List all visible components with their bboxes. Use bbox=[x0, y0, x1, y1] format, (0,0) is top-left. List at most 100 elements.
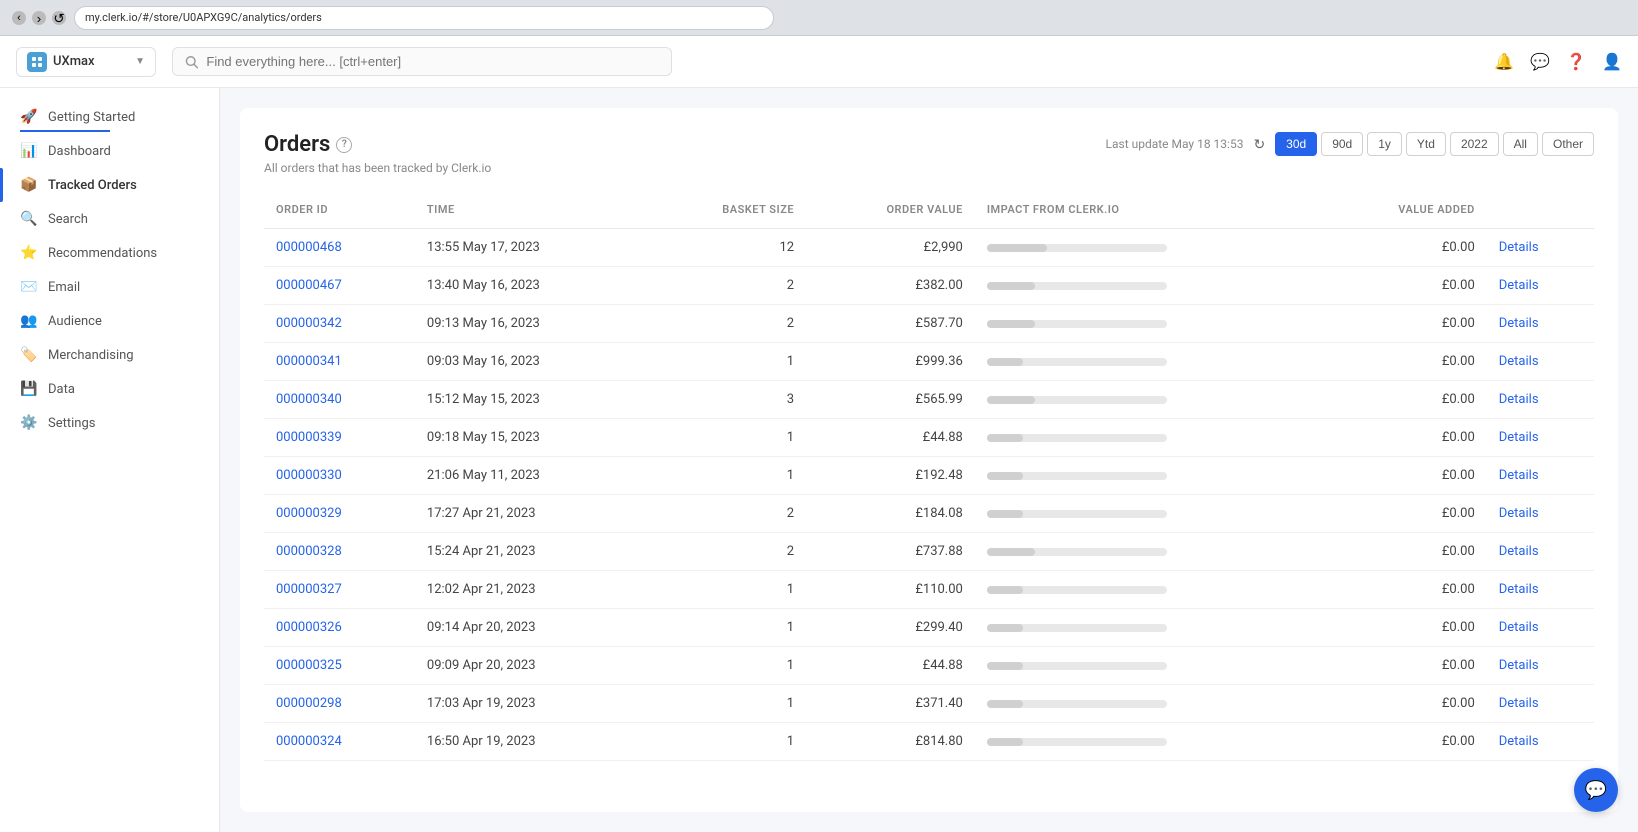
order-link[interactable]: 000000340 bbox=[276, 392, 342, 407]
cell-impact bbox=[975, 381, 1318, 419]
search-icon: 🔍 bbox=[20, 211, 38, 227]
filter-other[interactable]: Other bbox=[1542, 132, 1594, 156]
cell-time: 09:18 May 15, 2023 bbox=[415, 419, 645, 457]
cell-value: £44.88 bbox=[806, 647, 975, 685]
details-link[interactable]: Details bbox=[1499, 316, 1539, 331]
impact-bar bbox=[987, 396, 1035, 404]
sidebar-item-email[interactable]: ✉️ Email bbox=[0, 270, 219, 304]
order-link[interactable]: 000000325 bbox=[276, 658, 342, 673]
cell-value: £299.40 bbox=[806, 609, 975, 647]
details-link[interactable]: Details bbox=[1499, 696, 1539, 711]
help-icon[interactable]: ❓ bbox=[1566, 52, 1586, 71]
cell-impact bbox=[975, 533, 1318, 571]
impact-bar bbox=[987, 244, 1047, 252]
table-row: 000000341 09:03 May 16, 2023 1 £999.36 £… bbox=[264, 343, 1594, 381]
cell-impact bbox=[975, 495, 1318, 533]
cell-basket: 3 bbox=[645, 381, 806, 419]
order-link[interactable]: 000000324 bbox=[276, 734, 342, 749]
impact-bar bbox=[987, 548, 1035, 556]
sidebar-item-recommendations[interactable]: ⭐ Recommendations bbox=[0, 236, 219, 270]
details-link[interactable]: Details bbox=[1499, 544, 1539, 559]
cell-time: 15:12 May 15, 2023 bbox=[415, 381, 645, 419]
filter-2022[interactable]: 2022 bbox=[1450, 132, 1499, 156]
cell-time: 13:40 May 16, 2023 bbox=[415, 267, 645, 305]
impact-bar-container bbox=[987, 358, 1167, 366]
sidebar-item-label: Data bbox=[48, 382, 75, 397]
cell-details: Details bbox=[1487, 229, 1594, 267]
impact-bar-container bbox=[987, 472, 1167, 480]
order-link[interactable]: 000000328 bbox=[276, 544, 342, 559]
cell-details: Details bbox=[1487, 533, 1594, 571]
filter-ytd[interactable]: Ytd bbox=[1406, 132, 1446, 156]
cell-impact bbox=[975, 685, 1318, 723]
order-link[interactable]: 000000329 bbox=[276, 506, 342, 521]
chat-icon[interactable]: 💬 bbox=[1530, 52, 1550, 71]
table-row: 000000467 13:40 May 16, 2023 2 £382.00 £… bbox=[264, 267, 1594, 305]
order-link[interactable]: 000000330 bbox=[276, 468, 342, 483]
filter-1y[interactable]: 1y bbox=[1367, 132, 1402, 156]
cell-value-added: £0.00 bbox=[1318, 267, 1487, 305]
sidebar-item-getting-started[interactable]: 🚀 Getting Started bbox=[0, 100, 219, 134]
notifications-icon[interactable]: 🔔 bbox=[1494, 52, 1514, 71]
url-text: my.clerk.io/#/store/U0APXG9C/analytics/o… bbox=[85, 11, 322, 24]
details-link[interactable]: Details bbox=[1499, 582, 1539, 597]
sidebar-item-merchandising[interactable]: 🏷️ Merchandising bbox=[0, 338, 219, 372]
filter-90d[interactable]: 90d bbox=[1321, 132, 1363, 156]
order-link[interactable]: 000000468 bbox=[276, 240, 342, 255]
global-search[interactable] bbox=[172, 47, 672, 76]
cell-impact bbox=[975, 457, 1318, 495]
filter-30d[interactable]: 30d bbox=[1275, 132, 1317, 156]
order-link[interactable]: 000000467 bbox=[276, 278, 342, 293]
store-selector[interactable]: UXmax ▼ bbox=[16, 47, 156, 77]
cell-basket: 1 bbox=[645, 419, 806, 457]
forward-button[interactable]: › bbox=[32, 11, 46, 25]
order-link[interactable]: 000000339 bbox=[276, 430, 342, 445]
table-row: 000000324 16:50 Apr 19, 2023 1 £814.80 £… bbox=[264, 723, 1594, 761]
cell-impact bbox=[975, 419, 1318, 457]
details-link[interactable]: Details bbox=[1499, 354, 1539, 369]
col-impact: IMPACT FROM CLERK.IO bbox=[975, 195, 1318, 229]
details-link[interactable]: Details bbox=[1499, 468, 1539, 483]
back-button[interactable]: ‹ bbox=[12, 11, 26, 25]
details-link[interactable]: Details bbox=[1499, 734, 1539, 749]
cell-value: £587.70 bbox=[806, 305, 975, 343]
address-bar[interactable]: my.clerk.io/#/store/U0APXG9C/analytics/o… bbox=[74, 6, 774, 30]
col-actions bbox=[1487, 195, 1594, 229]
details-link[interactable]: Details bbox=[1499, 430, 1539, 445]
info-icon[interactable]: ? bbox=[336, 137, 352, 153]
filter-all[interactable]: All bbox=[1503, 132, 1538, 156]
sidebar-item-search[interactable]: 🔍 Search bbox=[0, 202, 219, 236]
sidebar-item-audience[interactable]: 👥 Audience bbox=[0, 304, 219, 338]
refresh-button[interactable]: ↺ bbox=[52, 11, 66, 25]
search-input[interactable] bbox=[206, 54, 659, 69]
cell-time: 09:03 May 16, 2023 bbox=[415, 343, 645, 381]
store-name-label: UXmax bbox=[53, 54, 95, 69]
cell-details: Details bbox=[1487, 343, 1594, 381]
details-link[interactable]: Details bbox=[1499, 278, 1539, 293]
details-link[interactable]: Details bbox=[1499, 620, 1539, 635]
order-link[interactable]: 000000298 bbox=[276, 696, 342, 711]
refresh-button[interactable]: ↻ bbox=[1251, 134, 1267, 155]
sidebar-item-data[interactable]: 💾 Data bbox=[0, 372, 219, 406]
details-link[interactable]: Details bbox=[1499, 240, 1539, 255]
order-link[interactable]: 000000342 bbox=[276, 316, 342, 331]
sidebar-item-tracked-orders[interactable]: 📦 Tracked Orders bbox=[0, 168, 219, 202]
details-link[interactable]: Details bbox=[1499, 392, 1539, 407]
sidebar-item-settings[interactable]: ⚙️ Settings bbox=[0, 406, 219, 440]
chat-button[interactable]: 💬 bbox=[1574, 768, 1618, 812]
cell-details: Details bbox=[1487, 685, 1594, 723]
details-link[interactable]: Details bbox=[1499, 658, 1539, 673]
orders-subtitle: All orders that has been tracked by Cler… bbox=[264, 161, 491, 175]
col-order-id: ORDER ID bbox=[264, 195, 415, 229]
order-link[interactable]: 000000341 bbox=[276, 354, 342, 369]
sidebar-item-dashboard[interactable]: 📊 Dashboard bbox=[0, 134, 219, 168]
details-link[interactable]: Details bbox=[1499, 506, 1539, 521]
order-link[interactable]: 000000327 bbox=[276, 582, 342, 597]
cell-value: £371.40 bbox=[806, 685, 975, 723]
impact-bar-container bbox=[987, 320, 1167, 328]
table-row: 000000330 21:06 May 11, 2023 1 £192.48 £… bbox=[264, 457, 1594, 495]
impact-bar bbox=[987, 282, 1035, 290]
order-link[interactable]: 000000326 bbox=[276, 620, 342, 635]
impact-bar bbox=[987, 624, 1023, 632]
user-icon[interactable]: 👤 bbox=[1602, 52, 1622, 71]
